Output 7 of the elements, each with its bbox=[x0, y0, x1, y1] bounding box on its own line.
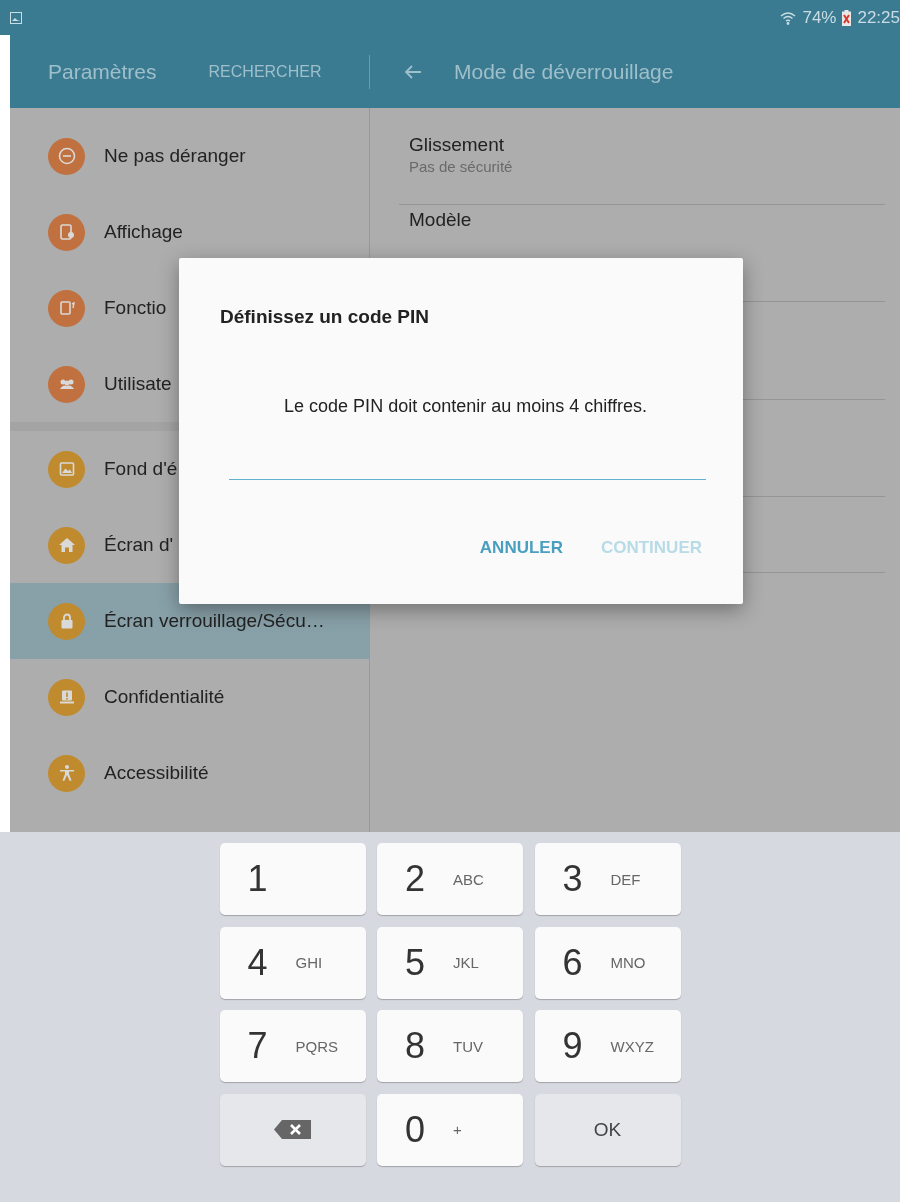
battery-percentage: 74% bbox=[802, 7, 837, 28]
app-title: Paramètres bbox=[48, 59, 157, 84]
option-subtitle: Pas de sécurité bbox=[409, 158, 514, 175]
clock-time: 22:25 bbox=[857, 7, 900, 28]
dialog-title: Définissez un code PIN bbox=[220, 306, 431, 328]
page-title: Mode de déverrouillage bbox=[454, 59, 674, 84]
dialog-message: Le code PIN doit contenir au moins 4 chiffres. bbox=[283, 396, 648, 417]
